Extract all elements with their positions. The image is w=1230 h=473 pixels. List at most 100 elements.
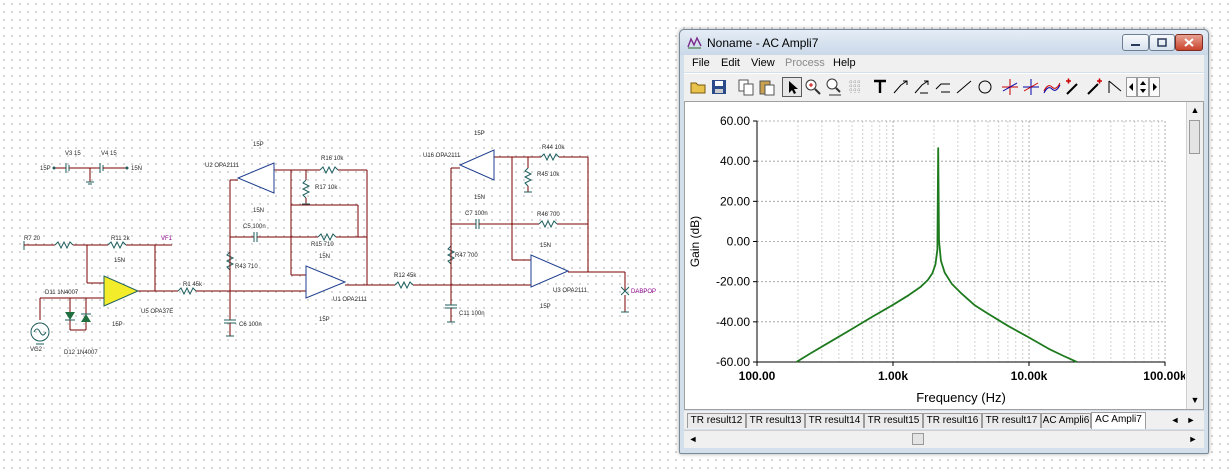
scroll-right-icon [1153, 83, 1157, 91]
label-u2: U2 OPA2111 [205, 163, 240, 169]
marker2-button[interactable] [1084, 77, 1104, 97]
scroll-down-arrow-icon[interactable]: ▼ [1188, 393, 1202, 407]
arrow-tool-button[interactable] [1105, 77, 1125, 97]
opamp-u3 [530, 254, 570, 288]
y-tick-label: -60.00 [716, 355, 750, 369]
menu-edit[interactable]: Edit [721, 57, 740, 69]
line-button[interactable] [954, 77, 974, 97]
label-u5: U5 OPA37E [141, 309, 173, 315]
scroll-updown-button[interactable] [1137, 77, 1149, 97]
label-c11: C11 100n [459, 311, 485, 317]
label-u2-bot: 15N [253, 208, 264, 214]
label-r16: R16 10k [321, 156, 344, 162]
label-r11: R11 2k [111, 236, 131, 242]
scroll-left-button[interactable] [1126, 77, 1137, 97]
opamp-u16 [458, 149, 495, 181]
y-tick-label: 40.00 [720, 154, 750, 168]
scroll-right-button[interactable] [1149, 77, 1160, 97]
label-r7: R7 20 [24, 236, 41, 242]
scroll-up-arrow-icon[interactable]: ▲ [1188, 103, 1202, 117]
tab-scroll-right-icon[interactable]: ► [1184, 413, 1198, 427]
stage3-wiring [445, 152, 630, 323]
copy-button[interactable] [736, 77, 756, 97]
marker-icon [1066, 78, 1078, 95]
pointer-button[interactable] [782, 77, 802, 97]
cursor-a-icon [1002, 79, 1018, 95]
title-bar[interactable]: Noname - AC Ampli7 [680, 30, 1208, 55]
cursor-a-button[interactable] [1000, 77, 1020, 97]
label-dabpop: DABPOP [631, 289, 656, 295]
circle-button[interactable] [975, 77, 995, 97]
x-tick-label: 10.00k [1011, 369, 1048, 383]
label-r1: R1 45k [183, 282, 203, 288]
gain-chart[interactable]: 60.00 40.00 20.00 0.00 -20.00 -40.00 -60.00 100… [685, 102, 1203, 414]
curves-button[interactable] [1042, 77, 1062, 97]
label-r12: R12 45k [394, 273, 417, 279]
label-vf1: VF1 [161, 236, 173, 242]
gain-plot-svg: 60.0040.0020.000.00-20.00-40.00-60.00100… [688, 114, 1187, 405]
annotate2-icon [914, 80, 929, 94]
maximize-button[interactable] [1149, 34, 1175, 51]
label-u1-bot: 15P [319, 317, 330, 323]
open-button[interactable] [688, 77, 708, 97]
window-title: Noname - AC Ampli7 [707, 36, 819, 50]
analysis-window: Noname - AC Ampli7 File Edit View Proces… [679, 29, 1209, 454]
maximize-icon [1157, 38, 1167, 47]
label-c6: C6 100n [239, 322, 262, 328]
tab-tr-result13[interactable]: TR result13 [746, 413, 805, 428]
save-button[interactable] [709, 77, 729, 97]
marker-button[interactable] [1063, 77, 1083, 97]
plot-area: 60.00 40.00 20.00 0.00 -20.00 -40.00 -60.00 100… [684, 101, 1204, 410]
label-15n: 15N [131, 166, 142, 172]
text-icon [874, 79, 886, 93]
minimize-button[interactable] [1122, 34, 1149, 51]
cursor-b-button[interactable] [1021, 77, 1041, 97]
vertical-scrollbar[interactable]: ▲ ▼ [1186, 102, 1203, 409]
x-axis-label: Frequency (Hz) [916, 390, 1006, 405]
menu-help[interactable]: Help [833, 57, 856, 69]
tab-scroll-left-icon[interactable]: ◄ [1168, 413, 1182, 427]
label-c5: C5 100n [243, 224, 266, 230]
grid-button[interactable] [845, 77, 865, 97]
paste-button[interactable] [757, 77, 777, 97]
zoom-100-button[interactable] [824, 77, 844, 97]
label-15p: 15P [40, 166, 51, 172]
label-r43: R43 710 [235, 264, 258, 270]
y-axis-label: Gain (dB) [688, 216, 702, 267]
menu-view[interactable]: View [751, 57, 775, 69]
marker2-icon [1087, 78, 1102, 95]
menu-process[interactable]: Process [785, 57, 825, 69]
x-tick-label: 100.00k [1143, 369, 1185, 383]
opamp-u5 [103, 275, 140, 307]
tab-tr-result15[interactable]: TR result15 [864, 413, 923, 428]
tab-tr-result16[interactable]: TR result16 [923, 413, 982, 428]
tab-tr-result14[interactable]: TR result14 [805, 413, 864, 428]
label-u3-top: 15N [540, 243, 551, 249]
cursor-b-icon [1023, 79, 1039, 95]
result-tab-bar: TR result12 TR result13 TR result14 TR r… [684, 411, 1204, 429]
opamp-u2 [236, 162, 275, 194]
label-u2-top: 15P [253, 142, 264, 148]
tab-ac-ampli7[interactable]: AC Ampli7 [1091, 412, 1146, 429]
annotate3-button[interactable] [933, 77, 953, 97]
tab-ac-ampli6[interactable]: AC Ampli6 [1041, 413, 1091, 428]
horizontal-scroll-thumb[interactable] [912, 433, 924, 445]
menu-file[interactable]: File [692, 57, 710, 69]
annotate2-button[interactable] [912, 77, 932, 97]
copy-icon [738, 79, 754, 96]
annotate-button[interactable] [891, 77, 911, 97]
hscroll-left-icon[interactable]: ◄ [686, 432, 700, 446]
hscroll-right-icon[interactable]: ► [1186, 432, 1200, 446]
label-v4: V4 15 [101, 151, 117, 157]
text-button[interactable] [870, 77, 890, 97]
close-button[interactable] [1175, 34, 1203, 51]
annotate3-icon [935, 83, 950, 93]
horizontal-scrollbar[interactable]: ◄ ► [684, 430, 1204, 448]
label-r46: R46 700 [537, 212, 560, 218]
stage2-wiring [224, 165, 395, 337]
tab-tr-result12[interactable]: TR result12 [687, 413, 746, 428]
zoom-in-button[interactable] [803, 77, 823, 97]
tab-tr-result17[interactable]: TR result17 [982, 413, 1041, 428]
vertical-scroll-thumb[interactable] [1189, 120, 1200, 154]
label-u3: U3 OPA2111 [553, 288, 588, 294]
